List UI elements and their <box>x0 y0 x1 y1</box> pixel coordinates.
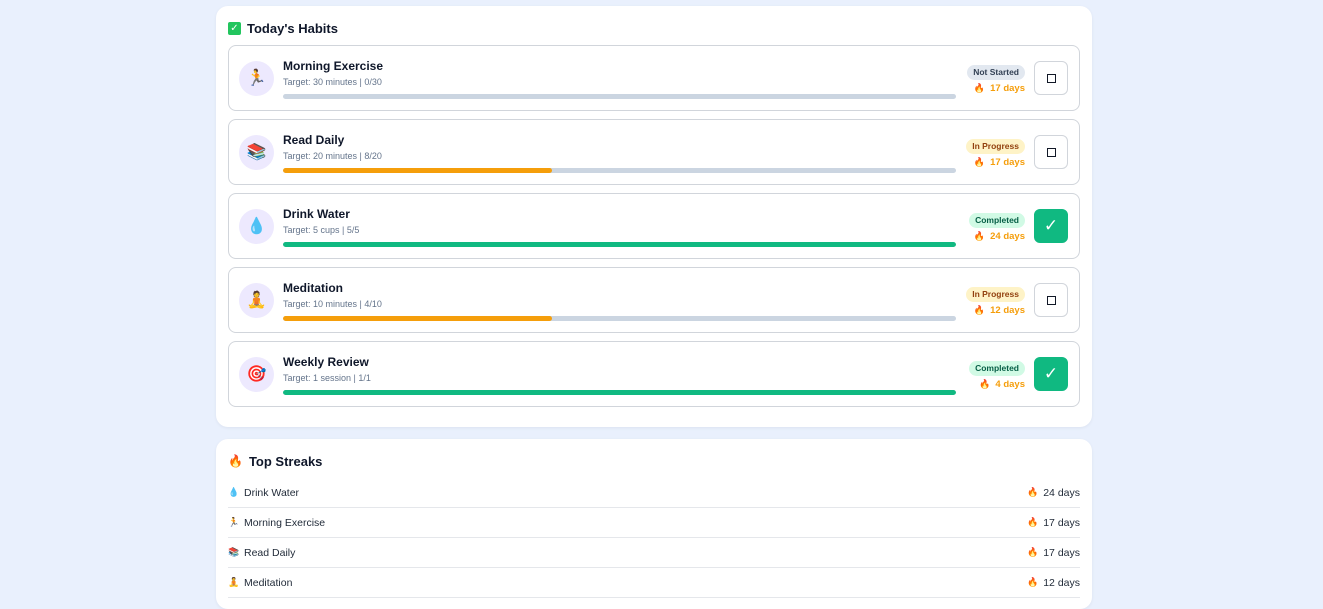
progress-fill <box>283 316 553 321</box>
water-drop-icon: 💧 <box>239 209 274 244</box>
status-badge: Completed <box>969 213 1025 228</box>
progress-bar <box>283 94 956 99</box>
streak-days-text: 17 days <box>1043 516 1080 529</box>
fire-icon: 🔥 <box>973 157 986 167</box>
streak-value: 🔥 12 days <box>1027 577 1080 589</box>
fire-icon: 🔥 <box>1027 547 1039 557</box>
complete-habit-button[interactable] <box>1034 283 1068 317</box>
habit-target: Target: 30 minutes | 0/30 <box>283 77 382 87</box>
progress-bar <box>283 316 956 321</box>
fire-icon: 🔥 <box>979 379 991 389</box>
streak-value: 🔥 17 days <box>1027 547 1080 559</box>
streak-list: 💧 Drink Water 🔥 24 days 🏃 Morning Exerci… <box>228 478 1080 598</box>
running-person-icon: 🏃 <box>239 61 274 96</box>
meditation-icon: 🧘 <box>239 283 274 318</box>
empty-checkbox-icon <box>1046 295 1056 305</box>
habit-row: 🏃 Morning Exercise Target: 30 minutes | … <box>228 45 1080 111</box>
habit-target: Target: 10 minutes | 4/10 <box>283 299 382 309</box>
habit-row: 📚 Read Daily Target: 20 minutes | 8/20 I… <box>228 119 1080 185</box>
meditation-icon: 🧘 <box>228 577 240 587</box>
empty-checkbox-icon <box>1046 73 1056 83</box>
streak-text: 12 days <box>990 305 1025 316</box>
status-badge: In Progress <box>966 139 1025 154</box>
progress-fill <box>283 168 553 173</box>
streak-text: 4 days <box>995 379 1025 390</box>
streak-row: 🏃 Morning Exercise 🔥 17 days <box>228 508 1080 538</box>
complete-habit-button[interactable]: ✓ <box>1034 357 1068 391</box>
streak-count: 🔥 24 days <box>974 231 1025 242</box>
habit-name: Morning Exercise <box>283 59 384 73</box>
status-badge: In Progress <box>966 287 1025 302</box>
running-person-icon: 🏃 <box>228 517 240 527</box>
habit-row: 🧘 Meditation Target: 10 minutes | 4/10 I… <box>228 267 1080 333</box>
streak-row: 💧 Drink Water 🔥 24 days <box>228 478 1080 508</box>
check-icon: ✓ <box>1043 364 1059 383</box>
streak-days-text: 24 days <box>1043 486 1080 499</box>
progress-bar <box>283 168 956 173</box>
progress-bar <box>283 390 956 395</box>
habit-target: Target: 1 session | 1/1 <box>283 373 371 383</box>
habit-target: Target: 5 cups | 5/5 <box>283 225 360 235</box>
fire-icon: 🔥 <box>973 305 986 315</box>
fire-icon: 🔥 <box>1027 577 1039 587</box>
habit-row: 💧 Drink Water Target: 5 cups | 5/5 Compl… <box>228 193 1080 259</box>
complete-habit-button[interactable] <box>1034 135 1068 169</box>
fire-icon: 🔥 <box>1027 517 1039 527</box>
progress-fill <box>283 242 956 247</box>
check-mark-icon: ✓ <box>228 21 241 35</box>
streak-row: 📚 Read Daily 🔥 17 days <box>228 538 1080 568</box>
complete-habit-button[interactable] <box>1034 61 1068 95</box>
todays-habits-title: ✓ Today's Habits <box>228 20 1080 36</box>
habit-name: Drink Water <box>283 207 350 221</box>
target-icon: 🎯 <box>239 357 274 392</box>
books-icon: 📚 <box>239 135 274 170</box>
streak-row: 🧘 Meditation 🔥 12 days <box>228 568 1080 598</box>
habit-row: 🎯 Weekly Review Target: 1 session | 1/1 … <box>228 341 1080 407</box>
habit-name: Meditation <box>283 281 343 295</box>
streak-habit-name: Morning Exercise <box>244 516 326 529</box>
progress-bar <box>283 242 956 247</box>
streak-value: 🔥 24 days <box>1027 487 1080 499</box>
streak-text: 17 days <box>990 157 1025 168</box>
streak-text: 24 days <box>990 231 1025 242</box>
streak-habit-name: Drink Water <box>244 486 300 499</box>
habit-list: 🏃 Morning Exercise Target: 30 minutes | … <box>228 45 1080 407</box>
fire-icon: 🔥 <box>228 454 243 468</box>
progress-fill <box>283 390 956 395</box>
fire-icon: 🔥 <box>973 231 986 241</box>
top-streaks-title: 🔥 Top Streaks <box>228 453 1080 469</box>
status-badge: Completed <box>969 361 1025 376</box>
fire-icon: 🔥 <box>973 83 986 93</box>
empty-checkbox-icon <box>1046 147 1056 157</box>
check-icon: ✓ <box>1043 216 1059 235</box>
habit-target: Target: 20 minutes | 8/20 <box>283 151 382 161</box>
top-streaks-card: 🔥 Top Streaks 💧 Drink Water 🔥 24 days 🏃 … <box>216 439 1092 609</box>
streak-count: 🔥 12 days <box>974 305 1025 316</box>
streak-days-text: 12 days <box>1043 576 1080 589</box>
streak-count: 🔥 17 days <box>974 157 1025 168</box>
streak-text: 17 days <box>990 83 1025 94</box>
section-title-text: Today's Habits <box>247 20 338 36</box>
books-icon: 📚 <box>228 547 240 557</box>
streak-days-text: 17 days <box>1043 546 1080 559</box>
habit-name: Weekly Review <box>283 355 369 369</box>
streak-habit-name: Meditation <box>244 576 293 589</box>
streak-count: 🔥 17 days <box>974 83 1025 94</box>
status-badge: Not Started <box>967 65 1025 80</box>
streak-count: 🔥 4 days <box>979 379 1025 390</box>
streak-value: 🔥 17 days <box>1027 517 1080 529</box>
complete-habit-button[interactable]: ✓ <box>1034 209 1068 243</box>
habit-name: Read Daily <box>283 133 345 147</box>
streak-habit-name: Read Daily <box>244 546 296 559</box>
water-drop-icon: 💧 <box>228 487 240 497</box>
section-title-text: Top Streaks <box>248 453 323 469</box>
fire-icon: 🔥 <box>1027 487 1039 497</box>
todays-habits-card: ✓ Today's Habits 🏃 Morning Exercise Targ… <box>216 6 1092 427</box>
